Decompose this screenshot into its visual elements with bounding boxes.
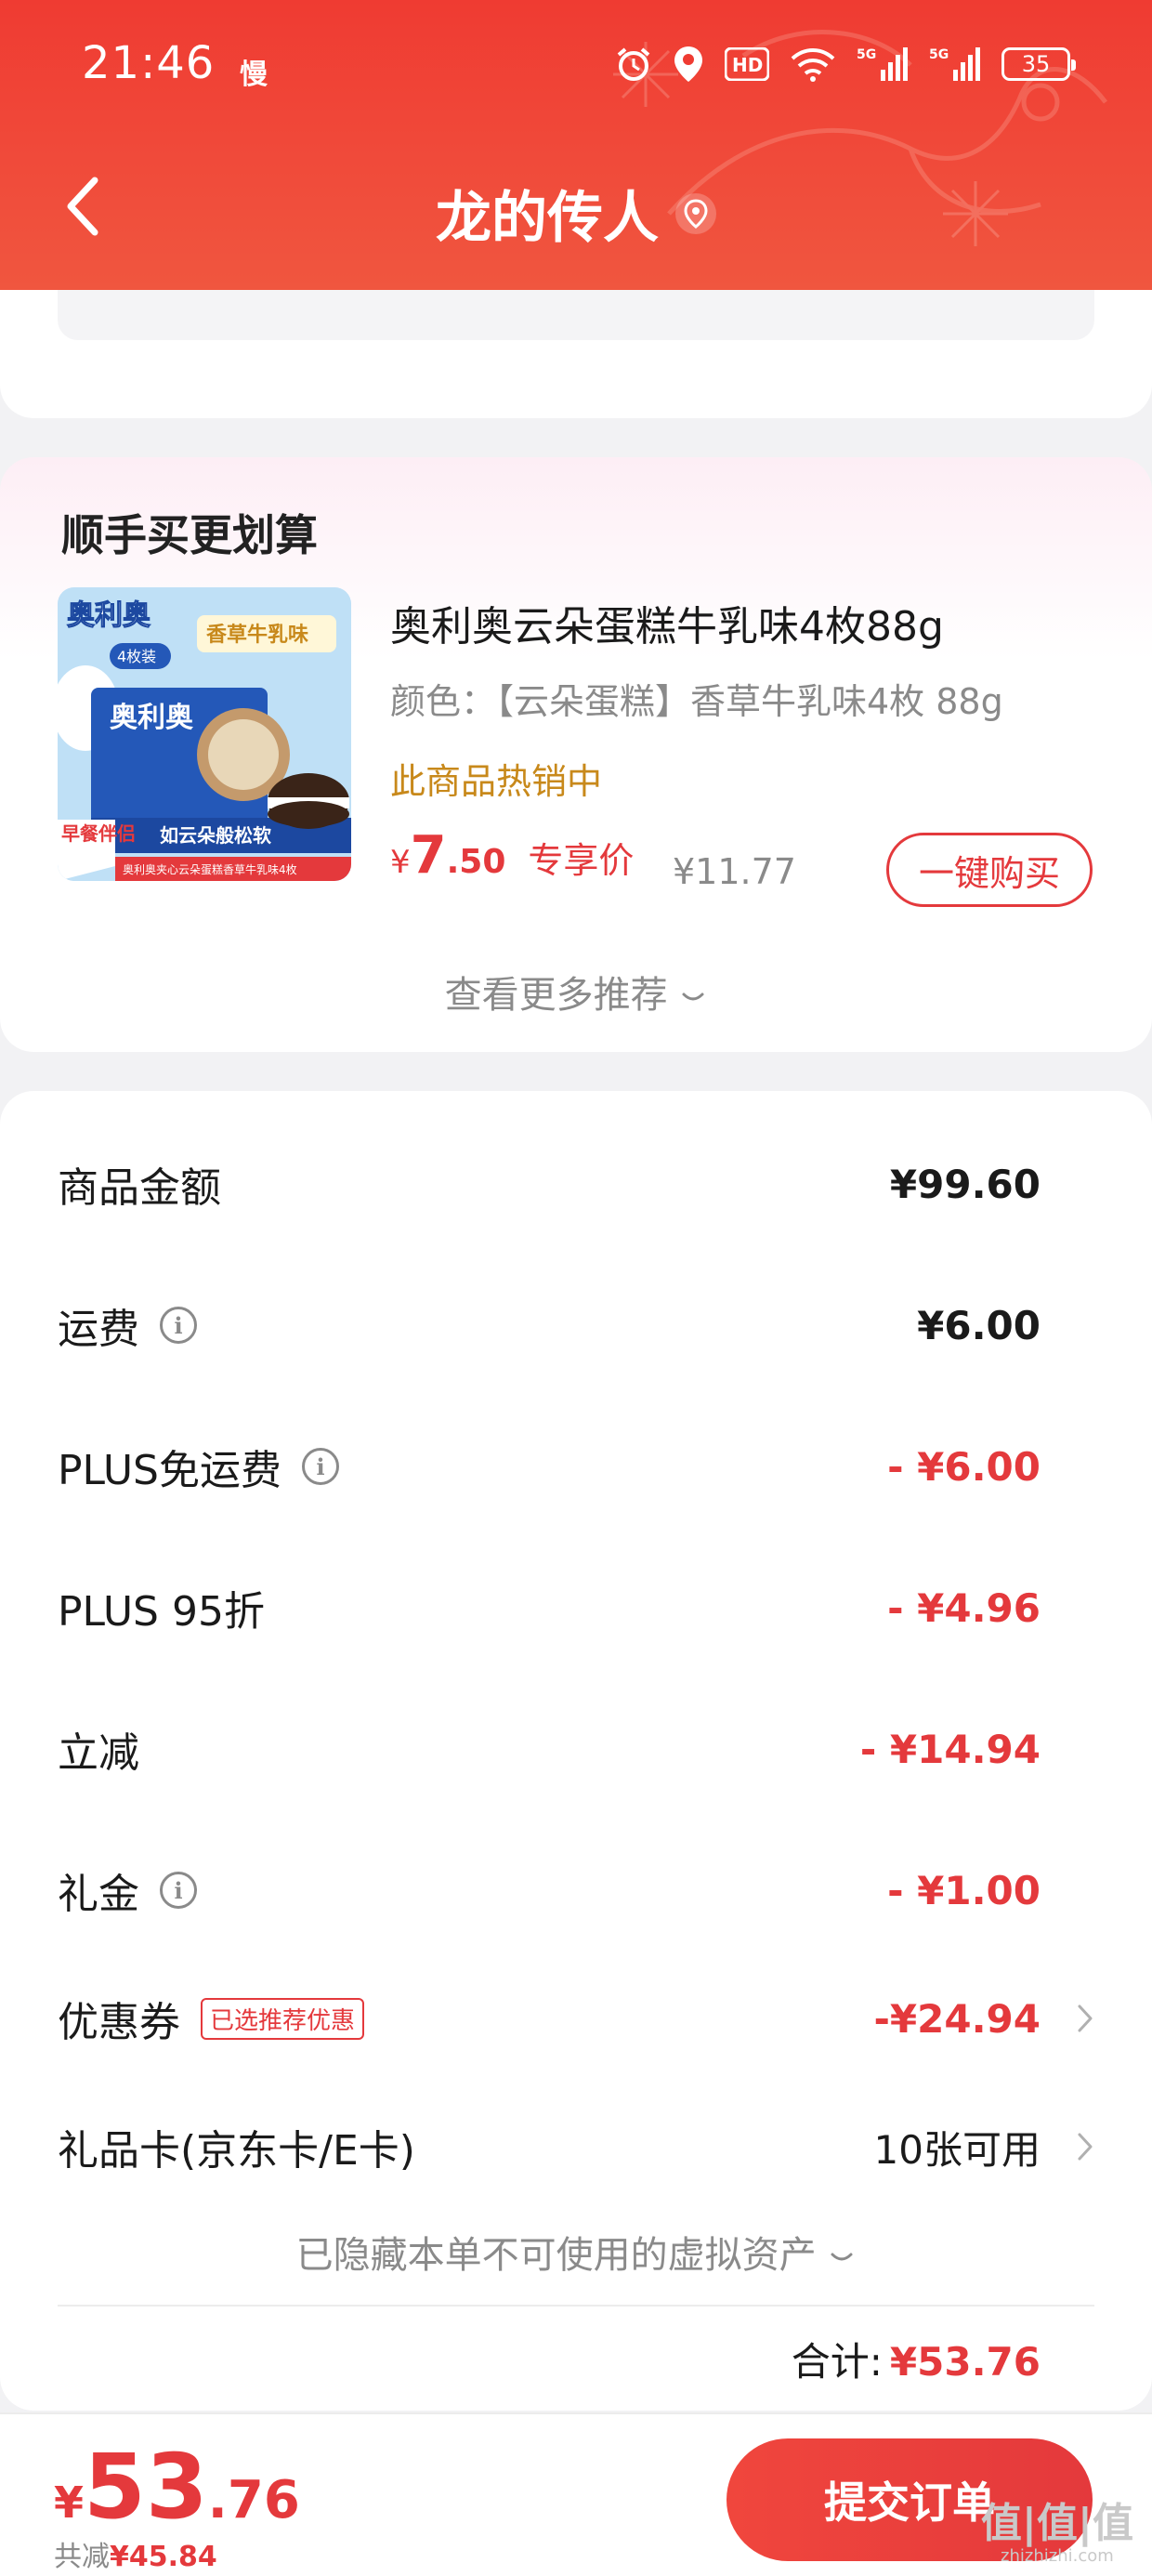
summary-label: 商品金额 [58,1164,221,1212]
product-image-flavor: 香草牛乳味 [206,623,308,647]
svg-text:5G: 5G [929,47,949,62]
site-watermark: 值|值|值 zhizhizhi.com [981,2504,1133,2565]
status-bar: 21:46 慢 HD 5G 5G 35 [0,0,1152,139]
chevron-down-icon [831,2253,853,2261]
location-pin-icon[interactable] [675,192,716,234]
summary-label: 礼品卡(京东卡/E卡) [58,2127,415,2175]
coupon-badge: 已选推荐优惠 [201,1997,365,2040]
svg-text:5G: 5G [857,47,876,62]
summary-row-gift-card[interactable]: 礼品卡(京东卡/E卡) 10张可用 [58,2109,1094,2184]
summary-label: 优惠券 [58,1999,180,2046]
chevron-down-icon [682,992,704,1001]
page-title-text: 龙的传人 [436,186,659,251]
product-hot-label: 此商品热销中 [390,761,603,802]
product-image-sub: 奥利奥夹心云朵蛋糕香草牛乳味4枚 [123,862,297,876]
product-name[interactable]: 奥利奥云朵蛋糕牛乳味4枚88g [390,593,944,652]
summary-row-instant-off: 立减 - ¥14.94 [58,1712,1094,1786]
svg-text:HD: HD [732,54,763,76]
product-image-brand-2: 奥利奥 [110,702,193,734]
summary-value: - ¥14.94 [859,1726,1041,1772]
status-time: 21:46 [82,37,216,89]
bottom-bar: ¥ 53 .76 共减¥45.84 提交订单 值|值|值 zhizhizhi.c… [0,2412,1152,2576]
product-image-art: 香草牛乳味 奥利奥 4枚装 奥利奥 早餐伴侣 如云朵般松软 奥利奥夹心云朵蛋糕香… [58,587,351,881]
summary-value: - ¥4.96 [887,1584,1041,1631]
total-label: 合计: [791,2339,883,2385]
chevron-right-icon [1076,1981,1094,2056]
divider [58,2305,1094,2307]
recommend-card: 顺手买更划算 香草牛乳味 奥利奥 4枚装 奥利奥 早餐伴侣 如云朵般松软 奥利奥… [0,457,1152,1052]
hidden-assets-toggle[interactable]: 已隐藏本单不可使用的虚拟资产 [0,2225,1152,2279]
product-image-brand: 奥利奥 [67,599,151,632]
info-icon[interactable]: i [302,1448,339,1485]
wifi-icon [791,48,835,82]
product-original-price: ¥11.77 [673,851,796,892]
summary-label: 立减 [58,1729,139,1777]
product-spec: 颜色：【云朵蛋糕】香草牛乳味4枚 88g [390,681,1003,722]
signal-5g-icon: 5G [857,47,908,81]
product-price-dec: .50 [446,843,506,881]
more-recommend-link[interactable]: 查看更多推荐 [0,965,1152,1019]
final-price-dec: .76 [207,2470,300,2530]
hd-icon: HD [725,47,769,81]
savings-value: ¥45.84 [110,2541,217,2573]
summary-row-goods: 商品金额 ¥99.60 [58,1147,1094,1221]
summary-row-coupon[interactable]: 优惠券 已选推荐优惠 -¥24.94 [58,1981,1094,2056]
product-image-breakfast: 早餐伴侣 [61,822,136,845]
final-price-int: 53 [84,2435,208,2539]
summary-value: ¥99.60 [889,1161,1041,1207]
product-price: ¥ 7 .50 专享价 [390,825,634,886]
more-recommend-label: 查看更多推荐 [444,974,668,1017]
status-slow-indicator: 慢 [240,59,268,91]
final-price-symbol: ¥ [54,2477,85,2528]
summary-row-plus-discount: PLUS 95折 - ¥4.96 [58,1571,1094,1645]
chevron-right-icon [1076,2109,1094,2184]
watermark-url: zhizhizhi.com [1001,2546,1114,2566]
savings-label: 共减 [54,2541,110,2573]
header: 21:46 慢 HD 5G 5G 35 龙的传人 [0,0,1152,290]
summary-row-gift-money: 礼金 i - ¥1.00 [58,1853,1094,1927]
total-row: 合计: ¥53.76 [792,2331,1041,2387]
summary-value: 10张可用 [873,2126,1041,2173]
summary-row-shipping: 运费 i ¥6.00 [58,1288,1094,1362]
battery-level: 35 [1021,51,1051,77]
product-price-int: 7 [410,825,447,886]
summary-value: - ¥6.00 [887,1443,1041,1490]
hidden-assets-label: 已隐藏本单不可使用的虚拟资产 [295,2234,817,2277]
alarm-icon [617,47,650,81]
battery-icon: 35 [1001,47,1076,81]
summary-label: 礼金 [58,1871,139,1918]
total-value: ¥53.76 [889,2339,1041,2385]
product-price-tag: 专享价 [528,840,635,881]
info-icon[interactable]: i [160,1307,197,1344]
recommend-title: 顺手买更划算 [61,510,318,560]
watermark-logo: 值|值|值 [980,2500,1133,2547]
product-image-count: 4枚装 [117,648,156,665]
summary-value: -¥24.94 [873,1995,1041,2042]
product-image[interactable]: 香草牛乳味 奥利奥 4枚装 奥利奥 早餐伴侣 如云朵般松软 奥利奥夹心云朵蛋糕香… [58,587,351,881]
summary-row-plus-free-shipping: PLUS免运费 i - ¥6.00 [58,1429,1094,1504]
info-icon[interactable]: i [160,1872,197,1909]
final-price: ¥ 53 .76 [54,2442,300,2531]
summary-label: PLUS 95折 [58,1588,265,1636]
page-title: 龙的传人 [0,173,1152,254]
status-icons: HD 5G 5G 35 [615,45,1076,84]
summary-label: 运费 [58,1306,139,1353]
order-summary-card: 商品金额 ¥99.60 运费 i ¥6.00 PLUS免运费 i - ¥6.00… [0,1091,1152,2411]
one-click-buy-button[interactable]: 一键购买 [886,833,1093,907]
location-icon [674,46,702,82]
product-image-slogan: 如云朵般松软 [160,824,271,847]
total-savings: 共减¥45.84 [54,2533,217,2574]
summary-value: - ¥1.00 [887,1867,1041,1913]
signal-5g-icon: 5G [929,47,980,81]
summary-label: PLUS免运费 [58,1447,281,1494]
summary-value: ¥6.00 [917,1302,1041,1348]
product-price-symbol: ¥ [390,844,411,881]
